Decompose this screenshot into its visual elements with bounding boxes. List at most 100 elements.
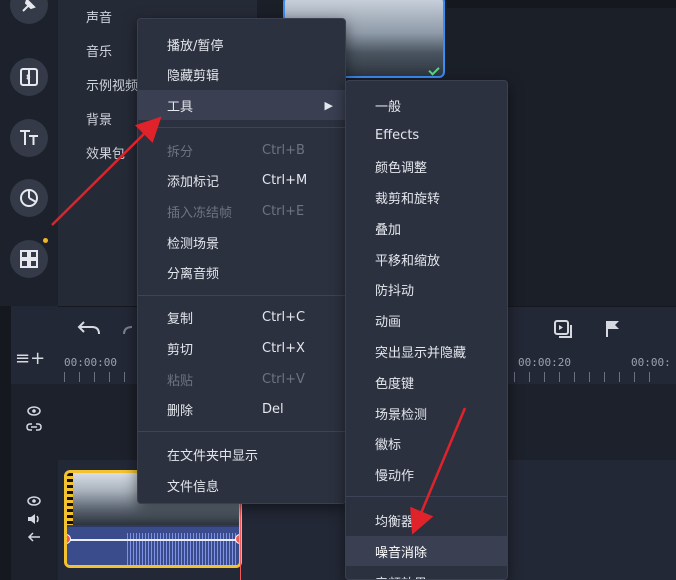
more-tools-button[interactable]	[10, 240, 48, 278]
volume-icon[interactable]	[27, 513, 41, 525]
submenu-arrow-icon: ▶	[324, 98, 333, 112]
submenu-item-label: 场景检测	[375, 407, 428, 423]
submenu-item-label: 音频效果	[375, 573, 427, 580]
volume-line[interactable]	[67, 539, 239, 541]
export-frame-icon[interactable]	[553, 319, 573, 339]
submenu-item[interactable]: Effects	[346, 121, 507, 151]
menu-item-shortcut: Del	[262, 402, 284, 418]
menu-item-label: 插入冻结帧	[167, 206, 233, 221]
clip-audio-waveform	[67, 527, 239, 565]
submenu-item-label: 噪音消除	[375, 545, 428, 561]
menu-item-label: 文件信息	[167, 479, 220, 495]
submenu-item-label: 防抖动	[375, 284, 415, 300]
menu-item-label: 检测场景	[167, 236, 220, 252]
pin-tool-button[interactable]	[10, 0, 48, 24]
time-label-start: 00:00:00	[64, 356, 117, 369]
submenu-item-label: 动画	[375, 315, 402, 331]
time-label-next: 00:00:	[631, 356, 671, 369]
submenu-item-label: Effects	[375, 128, 420, 144]
category-background[interactable]: 背景	[86, 109, 112, 128]
notification-dot	[43, 238, 48, 243]
menu-item-label: 剪切	[167, 342, 194, 358]
menu-item-label: 复制	[167, 312, 194, 328]
submenu-item[interactable]: 徽标	[346, 429, 507, 459]
menu-item: 插入冻结帧 Ctrl+E	[138, 197, 345, 227]
title-bar-strip	[447, 0, 676, 8]
track-headers: ≡+	[11, 348, 58, 580]
check-icon	[428, 64, 440, 76]
menu-item-label: 分离音频	[167, 267, 220, 283]
link-icon[interactable]	[26, 422, 42, 432]
submenu-item-label: 突出显示并隐藏	[375, 345, 467, 361]
titles-button[interactable]	[10, 119, 48, 157]
submenu-item[interactable]: 均衡器	[346, 505, 507, 535]
menu-item-shortcut: Ctrl+C	[262, 310, 306, 326]
transition-icon	[20, 68, 38, 86]
submenu-item-label: 裁剪和旋转	[375, 191, 441, 207]
marker-flag-icon[interactable]	[604, 319, 622, 339]
time-label-20s: 00:00:20	[518, 356, 571, 369]
category-effect-pack[interactable]: 效果包	[86, 143, 125, 162]
submenu-item[interactable]: 音频效果	[346, 567, 507, 580]
pin-icon	[22, 0, 36, 12]
add-track-icon[interactable]: ≡+	[15, 348, 45, 369]
filters-button[interactable]	[10, 179, 48, 217]
menu-item[interactable]: 检测场景	[138, 227, 345, 257]
submenu-item[interactable]: 色度键	[346, 367, 507, 397]
submenu-item-label: 颜色调整	[375, 161, 428, 177]
menu-item: 粘贴 Ctrl+V	[138, 364, 345, 394]
eye-icon[interactable]	[27, 406, 41, 416]
menu-item-label: 删除	[167, 404, 194, 420]
menu-separator	[138, 431, 345, 433]
category-music[interactable]: 音乐	[86, 41, 112, 60]
menu-item[interactable]: 剪切 Ctrl+X	[138, 333, 345, 363]
submenu-item[interactable]: 动画	[346, 306, 507, 336]
menu-item-shortcut: Ctrl+V	[262, 371, 305, 387]
menu-item-shortcut: Ctrl+E	[262, 204, 305, 219]
menu-item[interactable]: 分离音频	[138, 258, 345, 288]
menu-item[interactable]: 播放/暂停	[138, 29, 345, 59]
undo-icon[interactable]	[76, 319, 102, 339]
menu-item-shortcut: Ctrl+X	[262, 340, 305, 356]
submenu-item[interactable]: 慢动作	[346, 460, 507, 490]
submenu-item[interactable]: 突出显示并隐藏	[346, 336, 507, 366]
menu-separator	[138, 294, 345, 296]
transitions-button[interactable]	[10, 58, 48, 96]
menu-item-shortcut: Ctrl+M	[262, 173, 308, 189]
clip-context-menu: 播放/暂停 隐藏剪辑 工具 ▶ 拆分 Ctrl+B 添加标记 Ctrl+M 插入冻结帧 Ctrl+…	[137, 18, 346, 504]
eye-icon[interactable]	[27, 496, 41, 506]
submenu-separator	[346, 496, 507, 498]
menu-item[interactable]: 隐藏剪辑	[138, 60, 345, 90]
submenu-item[interactable]: 一般	[346, 90, 507, 120]
menu-item[interactable]: 删除 Del	[138, 395, 345, 425]
submenu-item-label: 徽标	[375, 438, 402, 454]
category-sample-video[interactable]: 示例视频	[86, 75, 138, 94]
submenu-item-label: 慢动作	[375, 469, 415, 485]
submenu-item-label: 均衡器	[375, 514, 415, 530]
arrow-left-icon[interactable]	[27, 531, 41, 543]
submenu-item-label: 色度键	[375, 376, 415, 392]
submenu-item-label: 一般	[375, 99, 402, 115]
submenu-item[interactable]: 叠加	[346, 213, 507, 243]
menu-item[interactable]: 文件信息	[138, 470, 345, 500]
pie-icon	[20, 189, 38, 207]
category-sound[interactable]: 声音	[86, 7, 112, 26]
menu-item[interactable]: 在文件夹中显示	[138, 439, 345, 469]
submenu-item[interactable]: 噪音消除	[346, 536, 507, 567]
menu-item-label: 粘贴	[167, 373, 194, 389]
tool-rail	[0, 0, 58, 306]
grid-icon	[20, 250, 38, 268]
menu-item[interactable]: 添加标记 Ctrl+M	[138, 166, 345, 196]
menu-item[interactable]: 复制 Ctrl+C	[138, 303, 345, 333]
menu-item-label: 隐藏剪辑	[167, 69, 220, 85]
menu-item-shortcut: Ctrl+B	[262, 142, 305, 158]
submenu-item[interactable]: 场景检测	[346, 398, 507, 428]
submenu-item[interactable]: 裁剪和旋转	[346, 182, 507, 212]
submenu-item[interactable]: 颜色调整	[346, 152, 507, 182]
tools-submenu: 一般 Effects 颜色调整裁剪和旋转叠加平移和缩放防抖动动画突出显示并隐藏 色度键…	[345, 80, 508, 580]
menu-item[interactable]: 工具 ▶	[138, 90, 345, 121]
submenu-item-label: 叠加	[375, 222, 402, 238]
submenu-item[interactable]: 防抖动	[346, 275, 507, 305]
submenu-item[interactable]: 平移和缩放	[346, 244, 507, 274]
clip-film-edge	[67, 473, 73, 525]
